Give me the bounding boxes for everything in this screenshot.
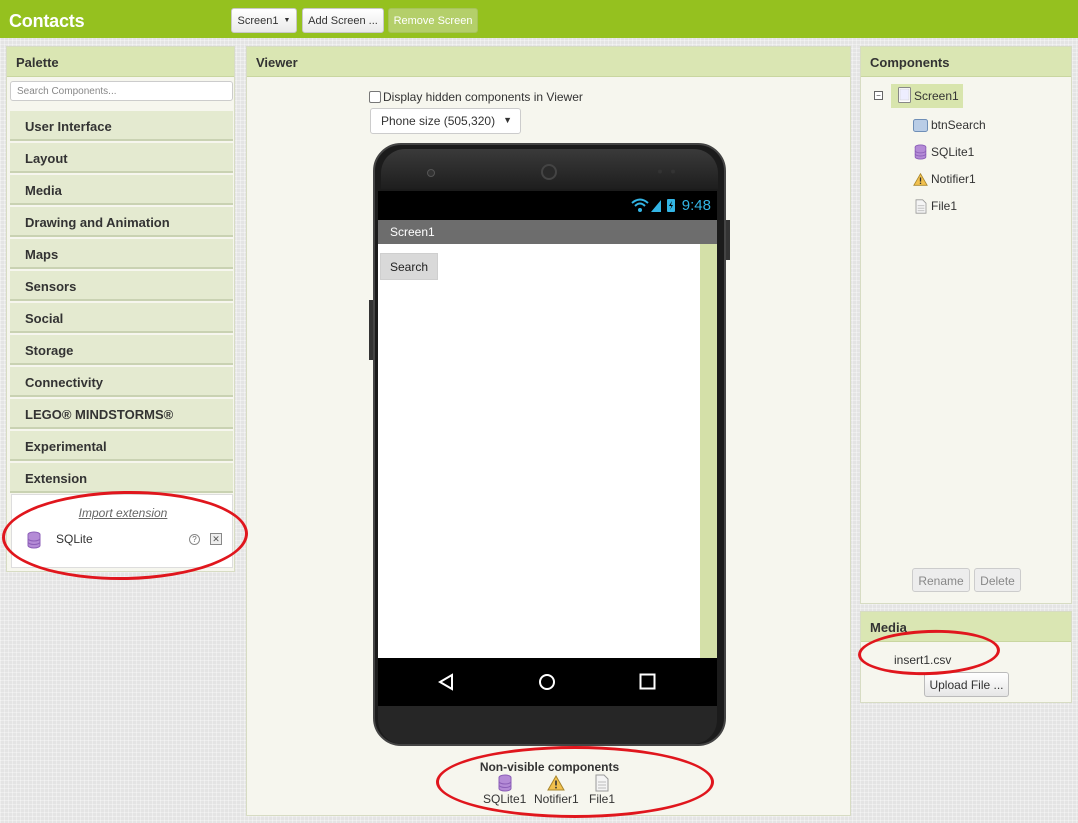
back-icon[interactable] xyxy=(438,673,454,691)
palette-category-media[interactable]: Media xyxy=(10,175,233,205)
component-tree-label: Screen1 xyxy=(914,89,959,103)
phone-side-button-left xyxy=(369,300,373,360)
display-hidden-row: Display hidden components in Viewer xyxy=(369,90,583,104)
phone-nav-bar xyxy=(378,658,717,706)
phone-scrollbar[interactable] xyxy=(700,244,717,658)
warning-icon xyxy=(913,172,928,187)
delete-extension-icon[interactable]: ✕ xyxy=(210,533,222,545)
extension-box: Import extension SQLite ? ✕ xyxy=(11,494,233,568)
phone-side-button-right xyxy=(726,220,730,260)
display-hidden-label: Display hidden components in Viewer xyxy=(383,90,583,104)
nonvisible-label: Notifier1 xyxy=(534,792,579,806)
media-title: Media xyxy=(861,612,1071,642)
home-icon[interactable] xyxy=(538,673,556,691)
import-extension-link[interactable]: Import extension xyxy=(12,506,234,520)
palette-category-drawing-animation[interactable]: Drawing and Animation xyxy=(10,207,233,237)
chevron-down-icon: ▼ xyxy=(283,17,291,24)
database-icon xyxy=(913,144,928,160)
status-clock: 9:48 xyxy=(681,197,711,214)
rename-button[interactable]: Rename xyxy=(912,568,970,592)
component-tree-label: File1 xyxy=(931,199,958,213)
phone-screen-title: Screen1 xyxy=(378,220,717,244)
palette-category-extension[interactable]: Extension xyxy=(10,463,233,493)
nonvisible-notifier[interactable]: Notifier1 xyxy=(534,774,579,806)
search-components-input[interactable] xyxy=(10,81,233,101)
file-icon xyxy=(595,774,609,792)
phone-size-select[interactable]: Phone size (505,320) ▼ xyxy=(370,108,521,134)
search-button[interactable]: Search xyxy=(380,253,438,280)
status-icons xyxy=(631,198,675,212)
file-icon xyxy=(913,198,928,214)
component-tree-file1[interactable]: File1 xyxy=(913,196,957,216)
palette-category-connectivity[interactable]: Connectivity xyxy=(10,367,233,397)
palette-category-storage[interactable]: Storage xyxy=(10,335,233,365)
palette-category-lego[interactable]: LEGO® MINDSTORMS® xyxy=(10,399,233,429)
screen-select-button[interactable]: Screen1 ▼ xyxy=(231,8,297,33)
add-screen-button[interactable]: Add Screen ... xyxy=(302,8,384,33)
component-tree-notifier1[interactable]: Notifier1 xyxy=(913,169,976,189)
palette-panel: Palette User Interface Layout Media Draw… xyxy=(6,46,235,572)
sensor-dots-icon xyxy=(658,169,675,174)
database-icon xyxy=(498,774,512,792)
component-tree-screen1[interactable]: Screen1 xyxy=(891,84,963,108)
phone-size-value: Phone size (505,320) xyxy=(381,114,496,128)
palette-category-layout[interactable]: Layout xyxy=(10,143,233,173)
palette-category-user-interface[interactable]: User Interface xyxy=(10,111,233,141)
components-panel: Components − Screen1 btnSearch SQLite1 N… xyxy=(860,46,1072,604)
help-icon[interactable]: ? xyxy=(189,534,200,545)
dropdown-arrow-icon: ▼ xyxy=(503,115,512,125)
button-icon xyxy=(913,118,928,133)
palette-category-social[interactable]: Social xyxy=(10,303,233,333)
media-file-item[interactable]: insert1.csv xyxy=(894,653,951,667)
screen-icon xyxy=(898,87,911,103)
component-tree-sqlite1[interactable]: SQLite1 xyxy=(913,142,974,162)
phone-bottom-bezel xyxy=(378,706,717,744)
palette-category-maps[interactable]: Maps xyxy=(10,239,233,269)
nonvisible-title: Non-visible components xyxy=(479,760,620,774)
extension-label: SQLite xyxy=(56,532,93,546)
phone-mockup: 9:48 Screen1 Search xyxy=(369,143,730,746)
screen-select-label: Screen1 xyxy=(237,14,279,27)
palette-category-sensors[interactable]: Sensors xyxy=(10,271,233,301)
component-tree-label: Notifier1 xyxy=(931,172,976,186)
nonvisible-sqlite[interactable]: SQLite1 xyxy=(483,774,526,806)
components-title: Components xyxy=(861,47,1071,77)
viewer-title: Viewer xyxy=(247,47,850,77)
phone-screen-area: Search xyxy=(378,244,717,658)
component-tree-btnsearch[interactable]: btnSearch xyxy=(913,115,986,135)
palette-category-experimental[interactable]: Experimental xyxy=(10,431,233,461)
top-bar xyxy=(0,0,1078,38)
camera-icon xyxy=(541,164,557,180)
nonvisible-file[interactable]: File1 xyxy=(589,774,615,806)
warning-icon xyxy=(547,774,566,791)
app-title: Contacts xyxy=(9,11,85,31)
component-tree-label: btnSearch xyxy=(931,118,986,132)
extension-item-sqlite[interactable]: SQLite ? ✕ xyxy=(12,529,234,551)
remove-screen-button[interactable]: Remove Screen xyxy=(388,8,478,33)
viewer-panel: Viewer Display hidden components in View… xyxy=(246,46,851,816)
palette-title: Palette xyxy=(7,47,234,77)
display-hidden-checkbox[interactable] xyxy=(369,91,381,103)
database-icon xyxy=(27,531,41,549)
media-panel: Media insert1.csv Upload File ... xyxy=(860,611,1072,703)
phone-status-bar: 9:48 xyxy=(378,191,717,220)
collapse-toggle-icon[interactable]: − xyxy=(874,91,883,100)
upload-file-button[interactable]: Upload File ... xyxy=(924,672,1009,697)
recents-icon[interactable] xyxy=(639,673,656,690)
component-tree-label: SQLite1 xyxy=(931,145,975,159)
nonvisible-label: SQLite1 xyxy=(483,792,527,806)
nonvisible-label: File1 xyxy=(589,792,616,806)
delete-button[interactable]: Delete xyxy=(974,568,1021,592)
front-sensor-icon xyxy=(427,169,435,177)
